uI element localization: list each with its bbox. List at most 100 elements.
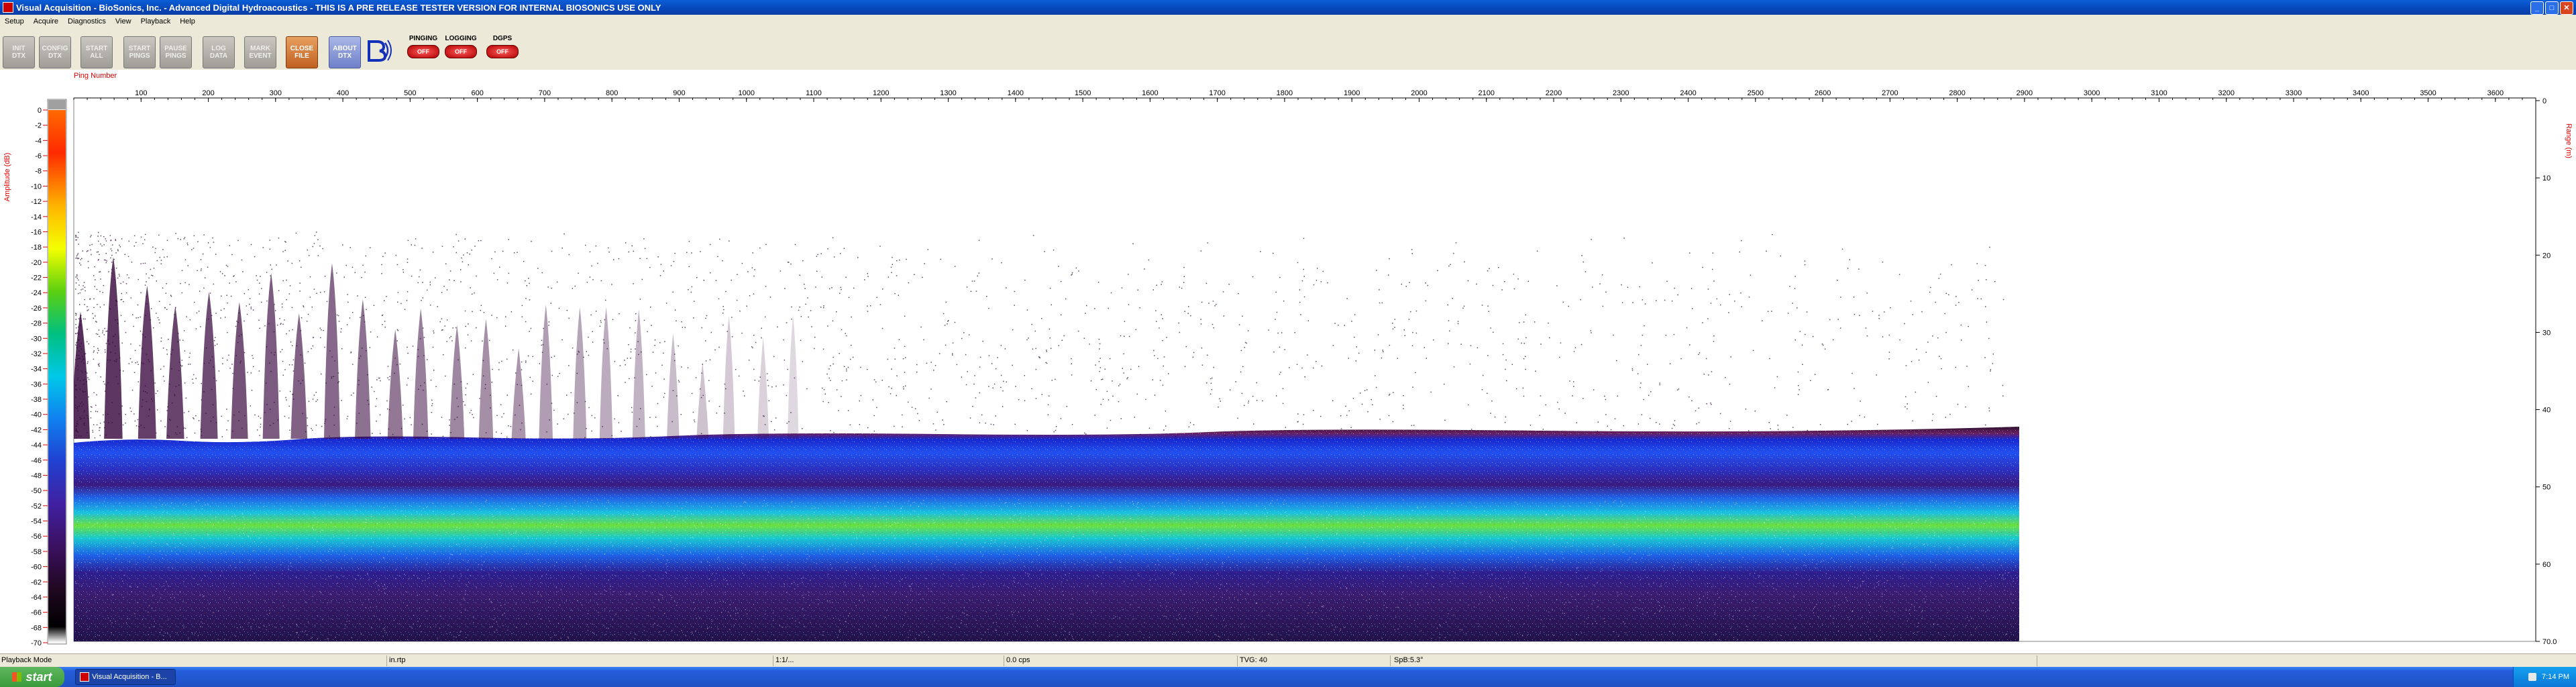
amplitude-tick-label: -18: [31, 244, 42, 252]
x-tick-label: 3500: [2420, 89, 2436, 97]
amplitude-tick-label: -32: [31, 350, 42, 358]
clock: 7:14 PM: [2542, 673, 2569, 681]
app-icon: [80, 672, 89, 682]
amplitude-tick-label: -48: [31, 472, 42, 480]
x-tick-label: 2900: [2017, 89, 2033, 97]
amplitude-axis-title: Amplitude (dB): [3, 153, 11, 202]
x-tick-label: 1700: [1209, 89, 1225, 97]
echogram-view[interactable]: 0 -2 -4 -6 -8 -10 -12 -14 -16 -18 -20 -22 -24 -26 -28 -…: [0, 70, 2576, 653]
taskbar-item-visual-acquisition[interactable]: Visual Acquisition - B...: [75, 669, 176, 685]
range-tick-label: 40: [2542, 407, 2551, 415]
system-tray: 7:14 PM: [2513, 667, 2576, 687]
x-tick-label: 3400: [2353, 89, 2369, 97]
logging-label: LOGGING: [445, 35, 477, 42]
mark-event-button[interactable]: MARK EVENT: [244, 36, 276, 68]
x-tick-label: 2800: [1949, 89, 1965, 97]
maximize-button[interactable]: □: [2545, 1, 2559, 15]
amplitude-tick-label: -66: [31, 609, 42, 617]
x-tick-label: 2600: [1815, 89, 1831, 97]
x-tick-label: 900: [673, 89, 685, 97]
close-button[interactable]: ✕: [2560, 1, 2573, 15]
config-dtx-button[interactable]: CONFIG DTX: [39, 36, 71, 68]
amplitude-tick-label: -12: [31, 198, 42, 206]
x-tick-label: 1500: [1075, 89, 1091, 97]
x-tick-label: 2700: [1882, 89, 1898, 97]
minimize-button[interactable]: _: [2530, 1, 2544, 15]
amplitude-gradient: [48, 110, 66, 643]
x-tick-label: 1000: [738, 89, 754, 97]
x-tick-label: 300: [270, 89, 282, 97]
x-tick-label: 2400: [1680, 89, 1696, 97]
amplitude-tick-label: -46: [31, 457, 42, 465]
taskbar: start Visual Acquisition - B... 7:14 PM: [0, 667, 2576, 687]
close-file-button[interactable]: CLOSE FILE: [286, 36, 318, 68]
menu-help[interactable]: Help: [175, 17, 200, 25]
amplitude-tick-label: -22: [31, 274, 42, 282]
amplitude-tick-label: -28: [31, 320, 42, 328]
amplitude-tick-label: -62: [31, 578, 42, 586]
x-tick-label: 3100: [2151, 89, 2167, 97]
x-tick-label: 2100: [1478, 89, 1494, 97]
x-tick-label: 2200: [1546, 89, 1562, 97]
menu-diagnostics[interactable]: Diagnostics: [63, 17, 111, 25]
about-dtx-button[interactable]: ABOUT DTX: [329, 36, 361, 68]
window-controls: _ □ ✕: [2530, 1, 2573, 15]
amplitude-tick-label: -24: [31, 289, 42, 297]
amplitude-tick-label: 0: [38, 107, 42, 115]
log-data-button[interactable]: LOG DATA: [203, 36, 235, 68]
amplitude-tick-label: -64: [31, 594, 42, 602]
dgps-status-light: OFF: [486, 45, 519, 58]
amplitude-tick-label: -56: [31, 533, 42, 541]
menu-setup[interactable]: Setup: [0, 17, 29, 25]
status-bar: Playback Mode in.rtp 1:1/... 0.0 cps TVG…: [0, 653, 2576, 668]
amplitude-tick-label: -10: [31, 182, 42, 191]
x-tick-label: 1800: [1277, 89, 1293, 97]
taskbar-item-label: Visual Acquisition - B...: [92, 673, 167, 681]
amplitude-tick-label: -26: [31, 305, 42, 313]
app-icon: [3, 2, 13, 13]
amplitude-tick-label: -44: [31, 441, 42, 450]
start-button[interactable]: start: [0, 667, 64, 687]
x-tick-label: 3600: [2487, 89, 2504, 97]
status-file: in.rtp: [389, 656, 406, 664]
amplitude-tick-label: -60: [31, 564, 42, 572]
amplitude-tick-label: -68: [31, 624, 42, 632]
amplitude-tick-label: -42: [31, 426, 42, 434]
biosonics-logo-icon: [365, 36, 393, 64]
range-tick-label: 0: [2542, 97, 2546, 105]
network-icon[interactable]: [2528, 673, 2537, 681]
start-pings-button[interactable]: START PINGS: [123, 36, 156, 68]
x-tick-label: 600: [471, 89, 483, 97]
echogram-panel: 0 -2 -4 -6 -8 -10 -12 -14 -16 -18 -20 -22 -24 -26 -28 -…: [0, 70, 2576, 653]
range-tick-label: 20: [2542, 252, 2551, 260]
x-tick-label: 500: [404, 89, 416, 97]
menu-acquire[interactable]: Acquire: [29, 17, 63, 25]
x-tick-label: 800: [606, 89, 618, 97]
status-mode: Playback Mode: [1, 656, 52, 664]
amplitude-tick-label: -40: [31, 411, 42, 419]
windows-logo-icon: [12, 672, 22, 682]
amplitude-tick-label: -54: [31, 518, 42, 526]
x-tick-label: 1100: [806, 89, 822, 97]
start-all-button[interactable]: START ALL: [80, 36, 113, 68]
amplitude-tick-label: -16: [31, 228, 42, 236]
x-tick-label: 1300: [940, 89, 956, 97]
pause-pings-button[interactable]: PAUSE PINGS: [160, 36, 192, 68]
pinging-status-light: OFF: [407, 45, 439, 58]
amplitude-tick-label: -58: [31, 548, 42, 556]
menu-view[interactable]: View: [111, 17, 136, 25]
range-axis-title: Range (m): [2565, 123, 2573, 158]
x-tick-label: 1200: [873, 89, 889, 97]
x-tick-label: 3000: [2084, 89, 2100, 97]
x-tick-label: 700: [539, 89, 551, 97]
menu-playback[interactable]: Playback: [136, 17, 176, 25]
amplitude-tick-label: -20: [31, 259, 42, 267]
x-tick-label: 1400: [1008, 89, 1024, 97]
x-tick-label: 3300: [2286, 89, 2302, 97]
init-dtx-button[interactable]: INIT DTX: [3, 36, 35, 68]
amplitude-tick-label: -4: [35, 137, 42, 145]
amplitude-tick-label: -30: [31, 335, 42, 343]
range-tick-label: 30: [2542, 329, 2551, 337]
x-tick-label: 2000: [1411, 89, 1427, 97]
title-bar: Visual Acquisition - BioSonics, Inc. - A…: [0, 0, 2576, 15]
